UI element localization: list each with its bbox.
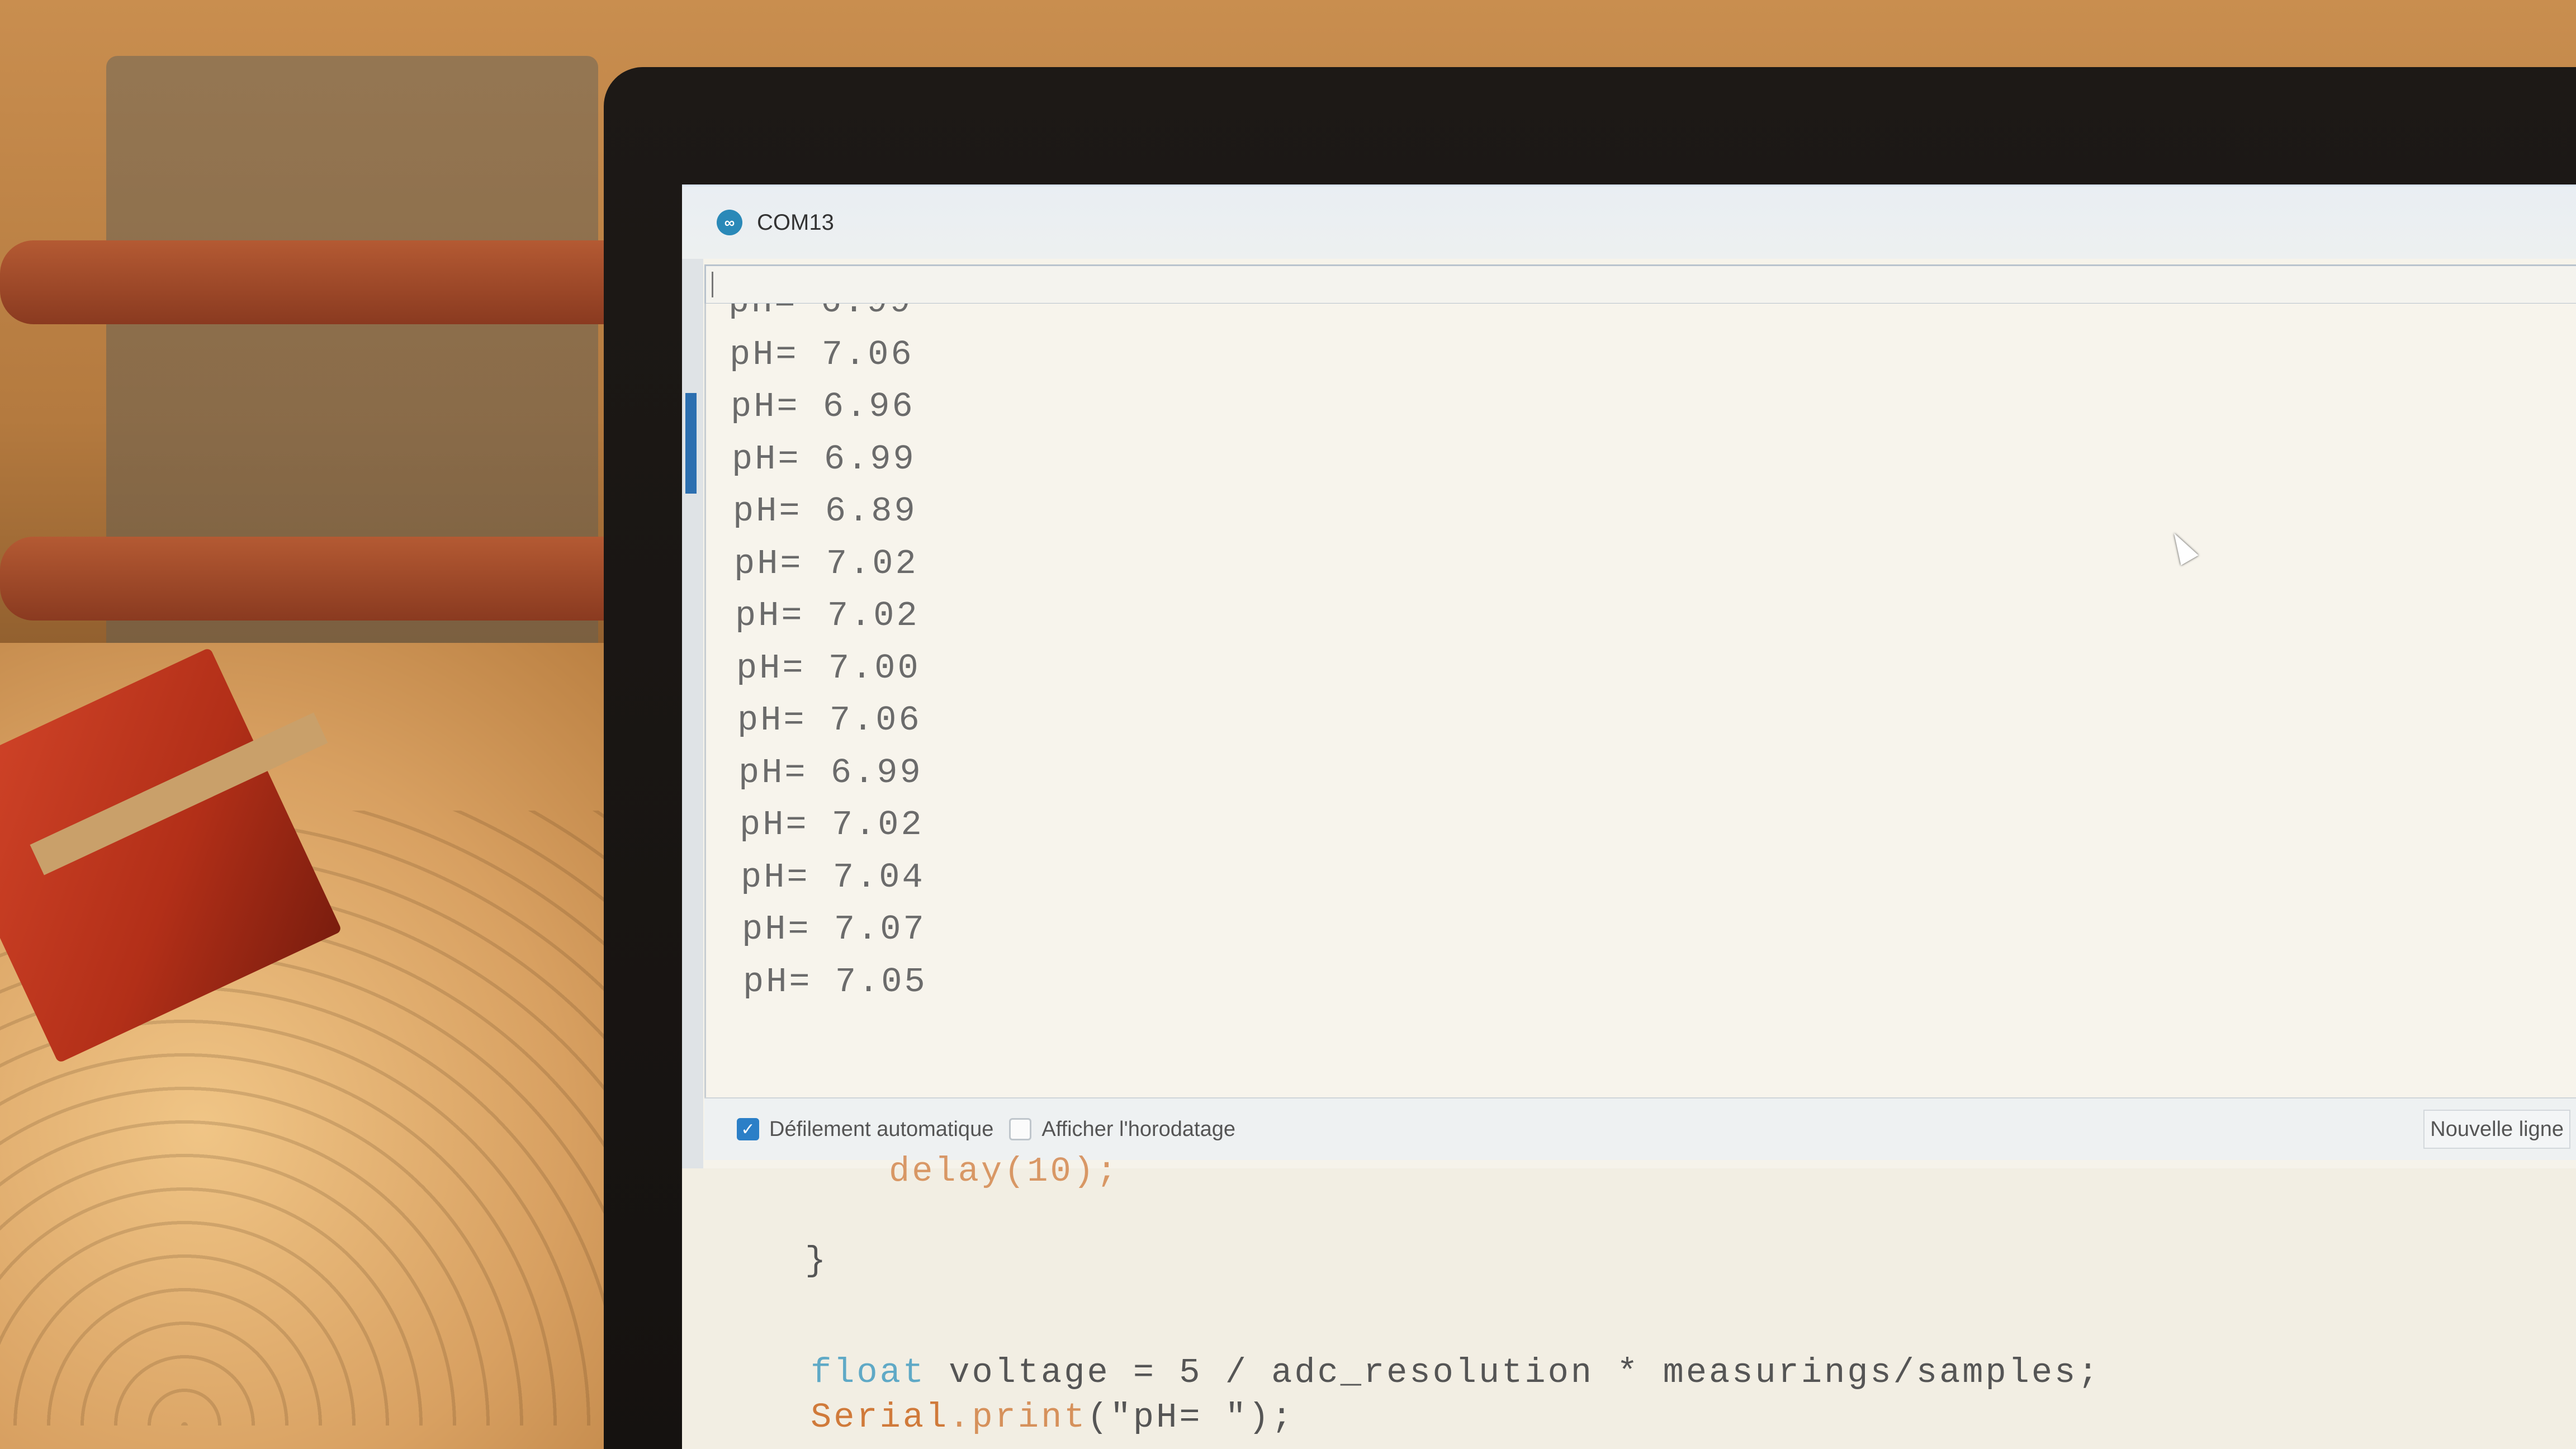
line-ending-select[interactable]: Nouvelle ligne — [2423, 1110, 2570, 1149]
window-title: COM13 — [757, 210, 834, 235]
code-print-method: .print — [949, 1398, 1087, 1437]
arduino-icon: ∞ — [717, 210, 742, 235]
chair-rail-top — [0, 240, 643, 324]
code-print-args: ("pH= "); — [1087, 1398, 1295, 1437]
code-line-delay: delay(10); — [889, 1152, 1120, 1191]
serial-monitor-window: ∞ COM13 pH= 6.99pH= 7.06pH= 6.96pH= 6.99… — [682, 184, 2576, 1170]
send-input[interactable] — [704, 264, 2576, 305]
serial-output[interactable]: pH= 6.99 pH= 7.06 pH= 6.96 pH= 6.99 pH= 6.89… — [704, 304, 2576, 1097]
code-line-voltage: float voltage = 5 / adc_resolution * mea… — [811, 1353, 2101, 1393]
serial-line: pH= 7.00 — [736, 648, 921, 688]
code-keyword-float: float — [811, 1353, 926, 1393]
code-line-brace: } — [805, 1241, 828, 1281]
serial-line: pH= 7.02 — [740, 805, 924, 845]
title-bar[interactable]: ∞ COM13 — [682, 186, 2576, 259]
serial-line: pH= 6.96 — [731, 387, 915, 427]
serial-line: pH= 7.07 — [742, 910, 926, 949]
serial-line: pH= 6.99 — [728, 304, 913, 322]
chair-rail-bottom — [0, 537, 643, 621]
serial-line: pH= 6.89 — [733, 491, 917, 531]
code-editor[interactable]: delay(10); } float voltage = 5 / adc_res… — [682, 1152, 2576, 1449]
serial-line: pH= 7.06 — [737, 700, 922, 740]
serial-line: pH= 6.99 — [738, 752, 923, 793]
code-serial: Serial — [811, 1398, 949, 1437]
status-bar: ✓ Défilement automatique Afficher l'horo… — [704, 1097, 2576, 1160]
timestamp-checkbox[interactable] — [1009, 1118, 1032, 1140]
ide-left-accent — [685, 393, 697, 494]
serial-line: pH= 7.02 — [735, 596, 920, 636]
code-line-print: Serial.print("pH= "); — [811, 1398, 1294, 1437]
text-cursor — [712, 272, 713, 297]
autoscroll-label: Défilement automatique — [769, 1117, 994, 1141]
serial-line: pH= 6.99 — [732, 439, 916, 479]
serial-line: pH= 7.05 — [743, 962, 927, 1002]
serial-line: pH= 7.02 — [734, 543, 918, 584]
autoscroll-checkbox[interactable]: ✓ — [737, 1118, 759, 1140]
serial-line: pH= 7.04 — [741, 857, 925, 897]
code-voltage-expression: voltage = 5 / adc_resolution * measuring… — [926, 1353, 2101, 1393]
ide-left-strip — [682, 259, 703, 1170]
laptop-screen: ∞ COM13 pH= 6.99pH= 7.06pH= 6.96pH= 6.99… — [682, 184, 2576, 1449]
serial-line: pH= 7.06 — [730, 334, 914, 375]
timestamp-label: Afficher l'horodatage — [1041, 1117, 1236, 1141]
